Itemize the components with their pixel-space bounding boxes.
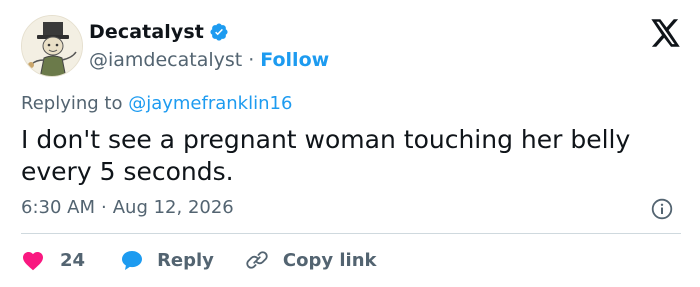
- avatar[interactable]: [21, 15, 83, 77]
- separator-dot: ·: [248, 49, 255, 71]
- replying-to-label: Replying to: [21, 93, 123, 114]
- reply-label: Reply: [157, 249, 214, 271]
- speech-bubble-icon: [120, 249, 144, 271]
- display-name[interactable]: Decatalyst: [89, 21, 204, 43]
- user-handle[interactable]: @iamdecatalyst: [89, 49, 242, 71]
- handle-row: @iamdecatalyst · Follow: [89, 49, 329, 71]
- verified-badge-icon: [209, 22, 229, 42]
- tweet-card: Decatalyst @iamdecatalyst · Follow Reply…: [0, 0, 700, 287]
- reply-button[interactable]: Reply: [120, 249, 214, 271]
- x-logo-icon[interactable]: [651, 19, 681, 47]
- info-icon[interactable]: [651, 198, 673, 220]
- tweet-time[interactable]: 6:30 AM: [21, 197, 95, 218]
- replying-to: Replying to @jaymefranklin16: [21, 93, 292, 114]
- link-icon: [245, 249, 269, 271]
- tweet-timestamp[interactable]: 6:30 AM · Aug 12, 2026: [21, 197, 234, 218]
- like-count: 24: [60, 249, 86, 271]
- copy-link-label: Copy link: [282, 249, 377, 271]
- like-button[interactable]: 24: [21, 249, 85, 271]
- copy-link-button[interactable]: Copy link: [245, 249, 377, 271]
- name-row: Decatalyst: [89, 21, 229, 43]
- follow-button[interactable]: Follow: [260, 49, 329, 71]
- avatar-figure-icon: [22, 16, 82, 76]
- tweet-date[interactable]: Aug 12, 2026: [113, 197, 234, 218]
- separator-dot: ·: [101, 197, 107, 218]
- tweet-text: I don't see a pregnant woman touching he…: [21, 125, 631, 186]
- heart-icon: [21, 249, 45, 271]
- divider: [21, 233, 681, 234]
- reply-mention-link[interactable]: @jaymefranklin16: [128, 93, 292, 114]
- action-bar: 24 Reply Copy link: [21, 246, 377, 274]
- tweet-header: Decatalyst @iamdecatalyst · Follow: [21, 13, 681, 83]
